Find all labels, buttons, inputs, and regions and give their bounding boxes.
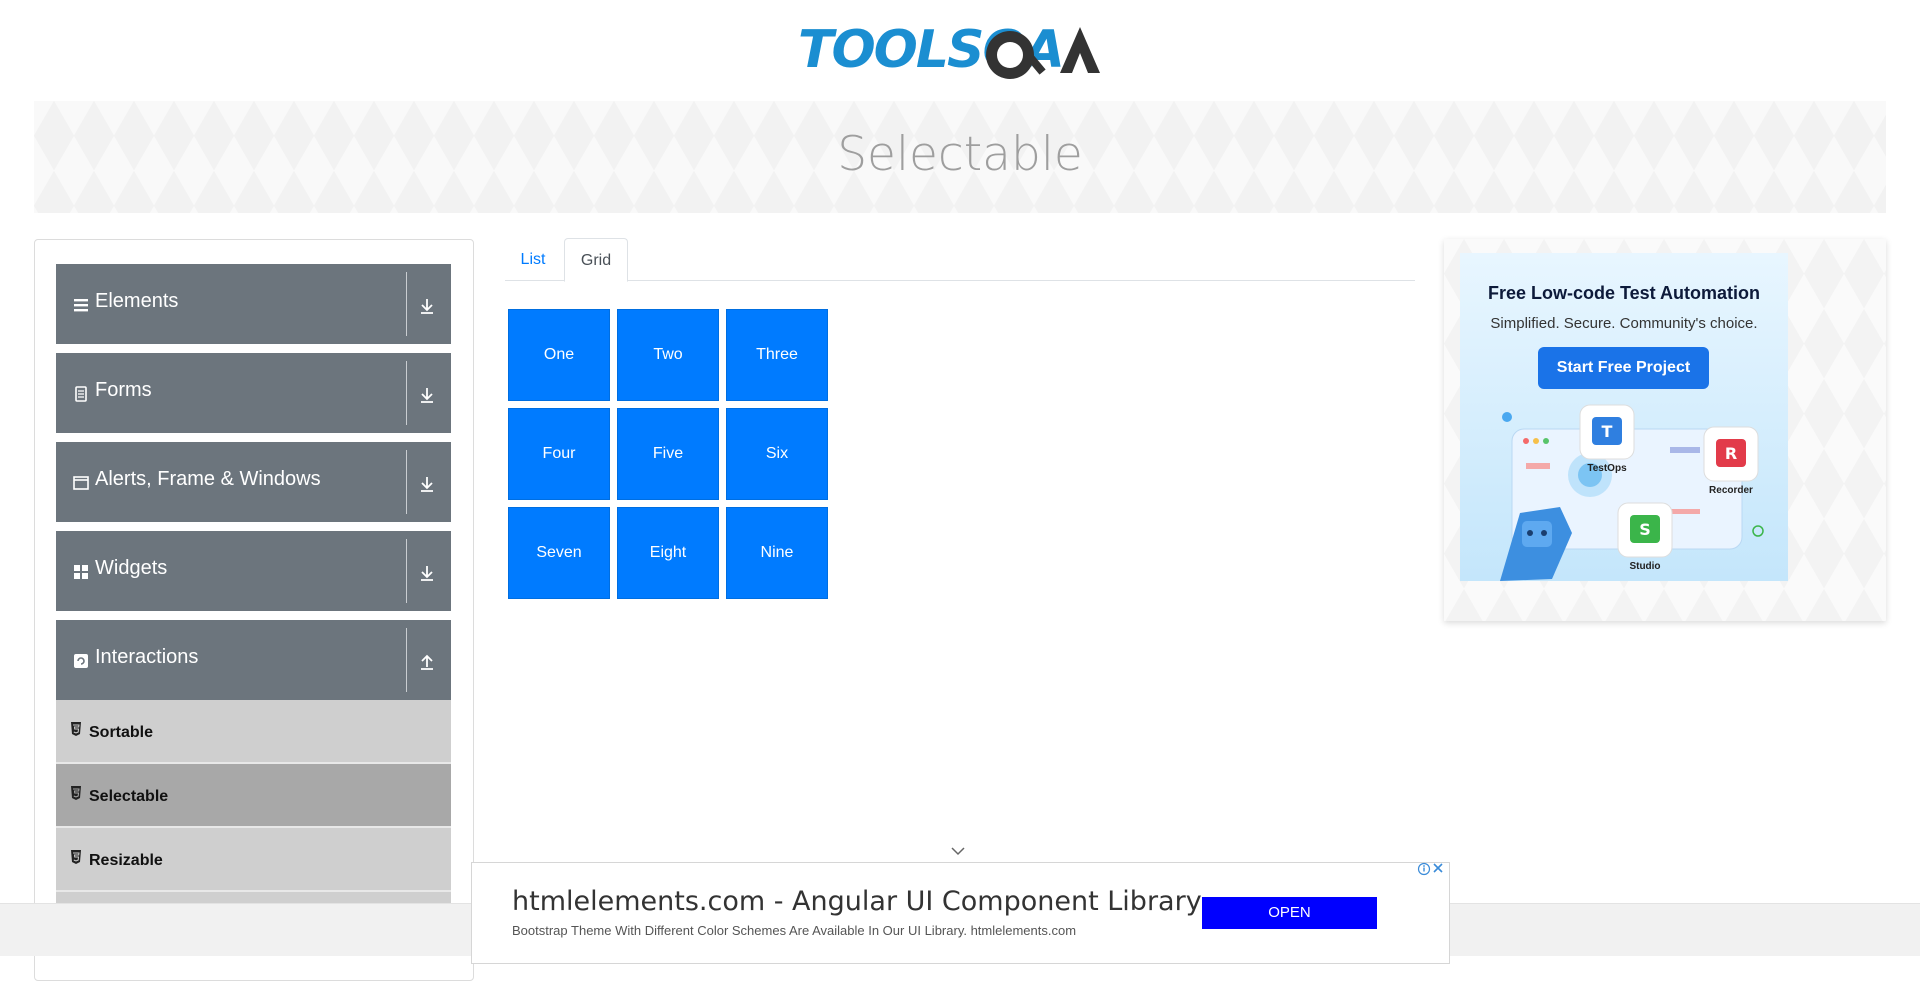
testops-logo-letter: T: [1602, 422, 1613, 441]
ad-card[interactable]: Free Low-code Test Automation Simplified…: [1460, 253, 1788, 581]
ad-subtitle: Simplified. Secure. Community's choice.: [1490, 315, 1758, 332]
app-label-testops: TestOps: [1587, 463, 1627, 474]
download-arrow-icon: [421, 477, 433, 492]
sidebar-group-forms[interactable]: Forms: [56, 353, 451, 433]
sidebar-item-label: Resizable: [89, 852, 163, 869]
sidebar-group-label: Interactions: [95, 646, 199, 668]
refresh-icon: [74, 654, 88, 668]
grid-cell[interactable]: Two: [617, 309, 719, 401]
html5-icon: [71, 850, 81, 864]
html5-icon: [71, 786, 81, 800]
ad-title: Free Low-code Test Automation: [1487, 283, 1760, 303]
sidebar-group-label: Elements: [95, 290, 179, 312]
grid-cell[interactable]: Four: [508, 408, 610, 500]
app-label-studio: Studio: [1629, 561, 1660, 572]
upload-arrow-icon: [421, 654, 433, 670]
divider: [406, 272, 407, 336]
app-label-recorder: Recorder: [1709, 485, 1753, 496]
sidebar-item-label: Sortable: [89, 724, 154, 741]
ad-open-button[interactable]: OPEN: [1202, 897, 1377, 929]
ad-illustration: T TestOps R Recorder S Studio: [1500, 404, 1764, 581]
page-banner: Selectable: [34, 101, 1886, 213]
download-arrow-icon: [421, 299, 433, 314]
sidebar-group-label: Forms: [95, 379, 152, 401]
download-arrow-icon: [421, 388, 433, 403]
chevron-down-icon[interactable]: [950, 846, 966, 856]
sidebar-item-resizable[interactable]: Resizable: [56, 828, 451, 892]
ad-subline: Bootstrap Theme With Different Color Sch…: [512, 923, 1077, 938]
grid-cell[interactable]: Eight: [617, 507, 719, 599]
document-icon: [75, 386, 87, 402]
recorder-logo-letter: R: [1725, 444, 1737, 463]
sidebar-group-widgets[interactable]: Widgets: [56, 531, 451, 611]
widgets-icon: [74, 565, 88, 579]
list-icon: [74, 299, 88, 312]
ad-headline: htmlelements.com - Angular UI Component …: [512, 886, 1202, 917]
download-arrow-icon: [421, 566, 433, 581]
tab-grid[interactable]: Grid: [564, 238, 628, 282]
sidebar-item-selectable[interactable]: Selectable: [56, 764, 451, 828]
grid-cell[interactable]: Three: [726, 309, 828, 401]
start-free-project-button[interactable]: Start Free Project: [1538, 347, 1709, 389]
ad-bottom-banner[interactable]: htmlelements.com - Angular UI Component …: [471, 862, 1450, 964]
grid-cell[interactable]: Seven: [508, 507, 610, 599]
toolsqa-logo[interactable]: TOOLSQA: [798, 15, 1124, 93]
sidebar-group-interactions[interactable]: Interactions: [56, 620, 451, 700]
divider: [406, 539, 407, 603]
sidebar-group-alerts[interactable]: Alerts, Frame & Windows: [56, 442, 451, 522]
grid-cell[interactable]: Six: [726, 408, 828, 500]
tab-list[interactable]: List: [505, 238, 561, 279]
ad-right[interactable]: Free Low-code Test Automation Simplified…: [1444, 239, 1886, 621]
divider: [406, 628, 407, 692]
sidebar-item-sortable[interactable]: Sortable: [56, 700, 451, 764]
divider: [406, 361, 407, 425]
studio-logo-letter: S: [1639, 520, 1651, 539]
sidebar-group-elements[interactable]: Elements: [56, 264, 451, 344]
sidebar-group-label: Widgets: [95, 557, 168, 579]
page-title: Selectable: [837, 127, 1083, 182]
tab-bar: List Grid: [505, 238, 1415, 282]
sidebar: Elements Forms Alerts, Frame & Windows W…: [34, 239, 474, 981]
adchoices-close-icon[interactable]: [1417, 862, 1445, 876]
sidebar-group-label: Alerts, Frame & Windows: [95, 468, 321, 490]
grid-cell[interactable]: Nine: [726, 507, 828, 599]
divider: [406, 450, 407, 514]
sidebar-item-label: Selectable: [89, 788, 169, 805]
window-icon: [73, 476, 89, 490]
grid-cell[interactable]: Five: [617, 408, 719, 500]
html5-icon: [71, 722, 81, 736]
grid-cell[interactable]: One: [508, 309, 610, 401]
